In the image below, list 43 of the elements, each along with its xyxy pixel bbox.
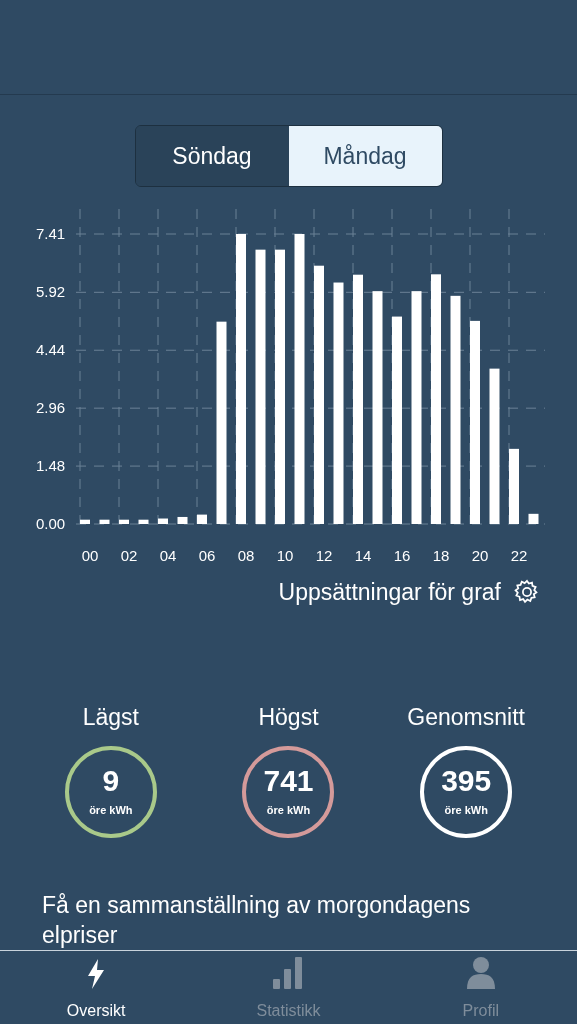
y-tick-label: 7.41 bbox=[36, 225, 66, 242]
y-tick-label: 5.92 bbox=[36, 283, 66, 301]
x-tick-label: 02 bbox=[120, 547, 138, 564]
bar bbox=[119, 519, 129, 524]
x-tick-label: 22 bbox=[510, 547, 528, 564]
stat-value: 741 bbox=[263, 765, 314, 796]
promo-text: Få en sammanställning av morgondagens elpriser bbox=[42, 891, 472, 950]
y-tick-label: 1.48 bbox=[36, 457, 66, 475]
stat-unit: öre kWh bbox=[89, 802, 133, 818]
bar bbox=[528, 513, 539, 524]
stat-label: Lägst bbox=[82, 702, 139, 732]
lightning-icon bbox=[87, 959, 106, 989]
stat-value: 9 bbox=[102, 765, 120, 796]
x-tick-label: 14 bbox=[354, 547, 372, 564]
x-tick-label: 04 bbox=[159, 547, 177, 564]
x-tick-label: 00 bbox=[81, 547, 99, 564]
y-tick-label: 4.44 bbox=[36, 341, 66, 359]
y-tick-label: 0.00 bbox=[36, 515, 66, 532]
bar bbox=[99, 519, 110, 524]
x-tick-label: 18 bbox=[432, 547, 450, 564]
day-tab[interactable]: Måndag bbox=[288, 126, 442, 186]
bar bbox=[138, 519, 149, 524]
x-tick-label: 08 bbox=[237, 547, 255, 564]
tab-bar-item[interactable]: Oversikt bbox=[0, 951, 193, 1024]
bar bbox=[197, 514, 207, 524]
person-icon bbox=[466, 957, 495, 989]
day-tab[interactable]: Söndag bbox=[135, 126, 289, 186]
x-tick-label: 16 bbox=[393, 547, 411, 564]
bar bbox=[80, 519, 90, 524]
x-tick-label: 10 bbox=[276, 547, 294, 564]
x-tick-label: 12 bbox=[315, 547, 333, 564]
y-tick-label: 2.96 bbox=[36, 399, 66, 417]
stat-label: Högst bbox=[258, 702, 319, 732]
chart-settings-link[interactable]: Uppsättningar för graf bbox=[278, 575, 501, 610]
stat-unit: öre kWh bbox=[266, 802, 311, 818]
stat-label: Genomsnitt bbox=[407, 702, 525, 732]
x-tick-label: 06 bbox=[198, 547, 216, 564]
bar-chart-icon bbox=[273, 957, 304, 989]
stat-unit: öre kWh bbox=[444, 802, 488, 818]
bar bbox=[158, 518, 168, 524]
stat-value: 395 bbox=[441, 765, 492, 796]
x-tick-label: 20 bbox=[471, 547, 489, 564]
bar bbox=[177, 516, 188, 524]
